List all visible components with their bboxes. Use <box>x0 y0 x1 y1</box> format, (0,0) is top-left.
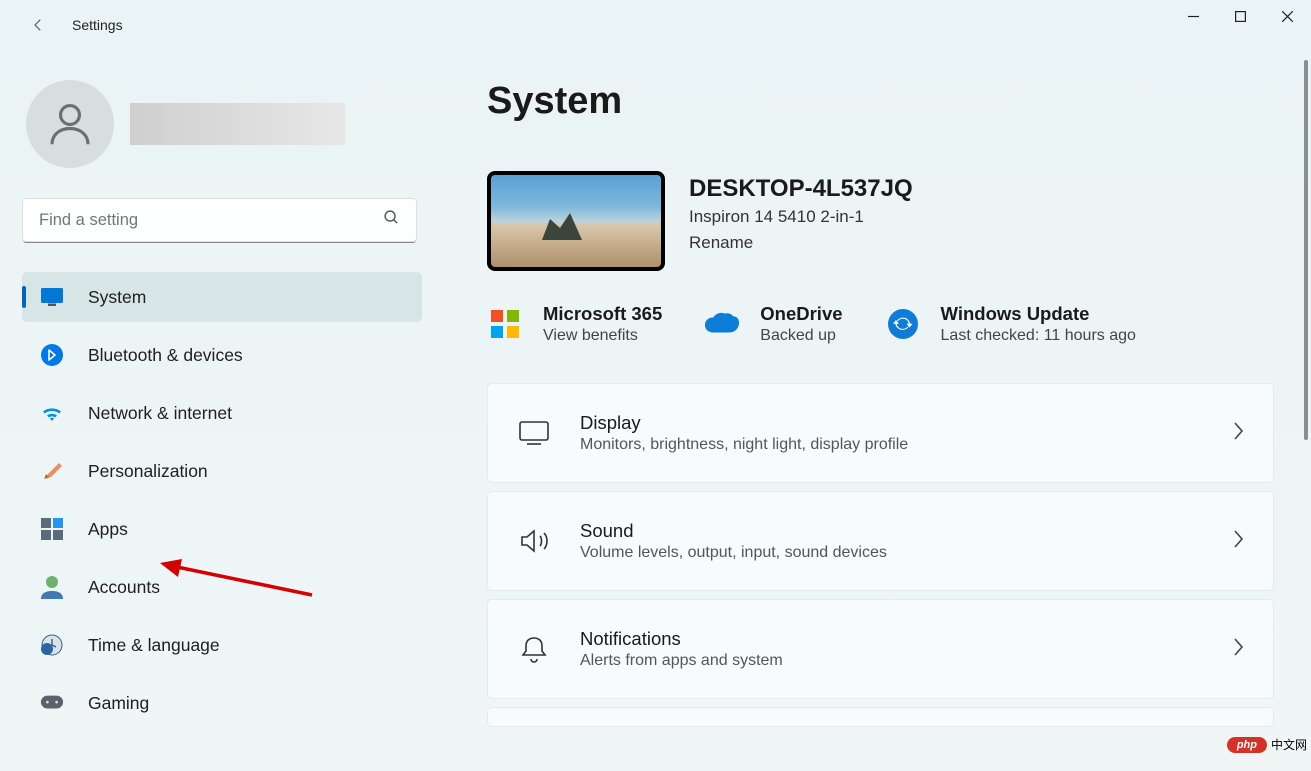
desktop-thumbnail[interactable] <box>487 171 665 271</box>
status-sub: View benefits <box>543 327 662 345</box>
status-item-windows-update[interactable]: Windows Update Last checked: 11 hours ag… <box>885 303 1136 345</box>
status-title: OneDrive <box>760 303 842 325</box>
sidebar-item-label: Gaming <box>88 693 149 714</box>
status-row: Microsoft 365 View benefits OneDrive Bac… <box>487 303 1281 345</box>
device-model: Inspiron 14 5410 2-in-1 <box>689 207 913 227</box>
back-button[interactable] <box>22 9 54 41</box>
sidebar-item-time-language[interactable]: Time & language <box>22 620 422 670</box>
gamepad-icon <box>40 691 64 715</box>
page-title: System <box>487 80 1281 123</box>
sidebar-item-label: System <box>88 287 146 308</box>
watermark: php 中文网 <box>1227 736 1307 753</box>
card-title: Sound <box>580 520 1203 542</box>
onedrive-icon <box>704 306 740 342</box>
app-title: Settings <box>72 17 123 33</box>
sidebar-item-gaming[interactable]: Gaming <box>22 678 422 728</box>
sidebar-item-label: Bluetooth & devices <box>88 345 243 366</box>
sidebar-item-accounts[interactable]: Accounts <box>22 562 422 612</box>
profile-block[interactable] <box>26 80 421 168</box>
minimize-button[interactable] <box>1170 0 1217 32</box>
sidebar-item-system[interactable]: System <box>22 272 422 322</box>
card-sound[interactable]: Sound Volume levels, output, input, soun… <box>487 491 1274 591</box>
card-sub: Volume levels, output, input, sound devi… <box>580 544 1203 562</box>
sidebar-item-apps[interactable]: Apps <box>22 504 422 554</box>
watermark-text: 中文网 <box>1271 736 1307 753</box>
scrollbar-thumb[interactable] <box>1304 60 1308 440</box>
device-info: DESKTOP-4L537JQ Inspiron 14 5410 2-in-1 … <box>689 171 913 253</box>
status-title: Windows Update <box>941 303 1136 325</box>
card-display[interactable]: Display Monitors, brightness, night ligh… <box>487 383 1274 483</box>
settings-cards: Display Monitors, brightness, night ligh… <box>487 383 1274 727</box>
chevron-right-icon <box>1231 528 1245 555</box>
display-icon <box>516 415 552 451</box>
profile-name-placeholder <box>130 103 345 145</box>
chevron-right-icon <box>1231 420 1245 447</box>
card-sub: Alerts from apps and system <box>580 652 1203 670</box>
main-content: System DESKTOP-4L537JQ Inspiron 14 5410 … <box>443 50 1311 771</box>
card-title: Notifications <box>580 628 1203 650</box>
sidebar-item-personalization[interactable]: Personalization <box>22 446 422 496</box>
avatar <box>26 80 114 168</box>
sidebar-item-label: Time & language <box>88 635 220 656</box>
status-sub: Last checked: 11 hours ago <box>941 327 1136 345</box>
device-row: DESKTOP-4L537JQ Inspiron 14 5410 2-in-1 … <box>487 171 1281 271</box>
paint-icon <box>40 459 64 483</box>
person-icon <box>40 575 64 599</box>
m365-icon <box>487 306 523 342</box>
clock-icon <box>40 633 64 657</box>
status-title: Microsoft 365 <box>543 303 662 325</box>
card-title: Display <box>580 412 1203 434</box>
sidebar-item-label: Personalization <box>88 461 208 482</box>
nav-list: System Bluetooth & devices Network & int… <box>22 272 422 728</box>
sidebar: System Bluetooth & devices Network & int… <box>0 50 443 771</box>
sidebar-item-label: Network & internet <box>88 403 232 424</box>
sidebar-item-network[interactable]: Network & internet <box>22 388 422 438</box>
close-button[interactable] <box>1264 0 1311 32</box>
wifi-icon <box>40 401 64 425</box>
status-item-onedrive[interactable]: OneDrive Backed up <box>704 303 842 345</box>
bell-icon <box>516 631 552 667</box>
rename-link[interactable]: Rename <box>689 233 913 253</box>
status-item-m365[interactable]: Microsoft 365 View benefits <box>487 303 662 345</box>
watermark-badge: php <box>1227 737 1267 753</box>
search-input[interactable] <box>39 211 383 230</box>
display-icon <box>40 285 64 309</box>
sound-icon <box>516 523 552 559</box>
card-partial[interactable] <box>487 707 1274 727</box>
title-bar: Settings <box>0 0 1311 50</box>
status-sub: Backed up <box>760 327 842 345</box>
search-icon <box>383 209 400 231</box>
window-controls <box>1170 0 1311 32</box>
card-notifications[interactable]: Notifications Alerts from apps and syste… <box>487 599 1274 699</box>
maximize-button[interactable] <box>1217 0 1264 32</box>
chevron-right-icon <box>1231 636 1245 663</box>
update-icon <box>885 306 921 342</box>
sidebar-item-label: Apps <box>88 519 128 540</box>
device-name: DESKTOP-4L537JQ <box>689 175 913 203</box>
apps-icon <box>40 517 64 541</box>
card-sub: Monitors, brightness, night light, displ… <box>580 436 1203 454</box>
search-box[interactable] <box>22 198 417 242</box>
sidebar-item-label: Accounts <box>88 577 160 598</box>
sidebar-item-bluetooth[interactable]: Bluetooth & devices <box>22 330 422 380</box>
bluetooth-icon <box>40 343 64 367</box>
